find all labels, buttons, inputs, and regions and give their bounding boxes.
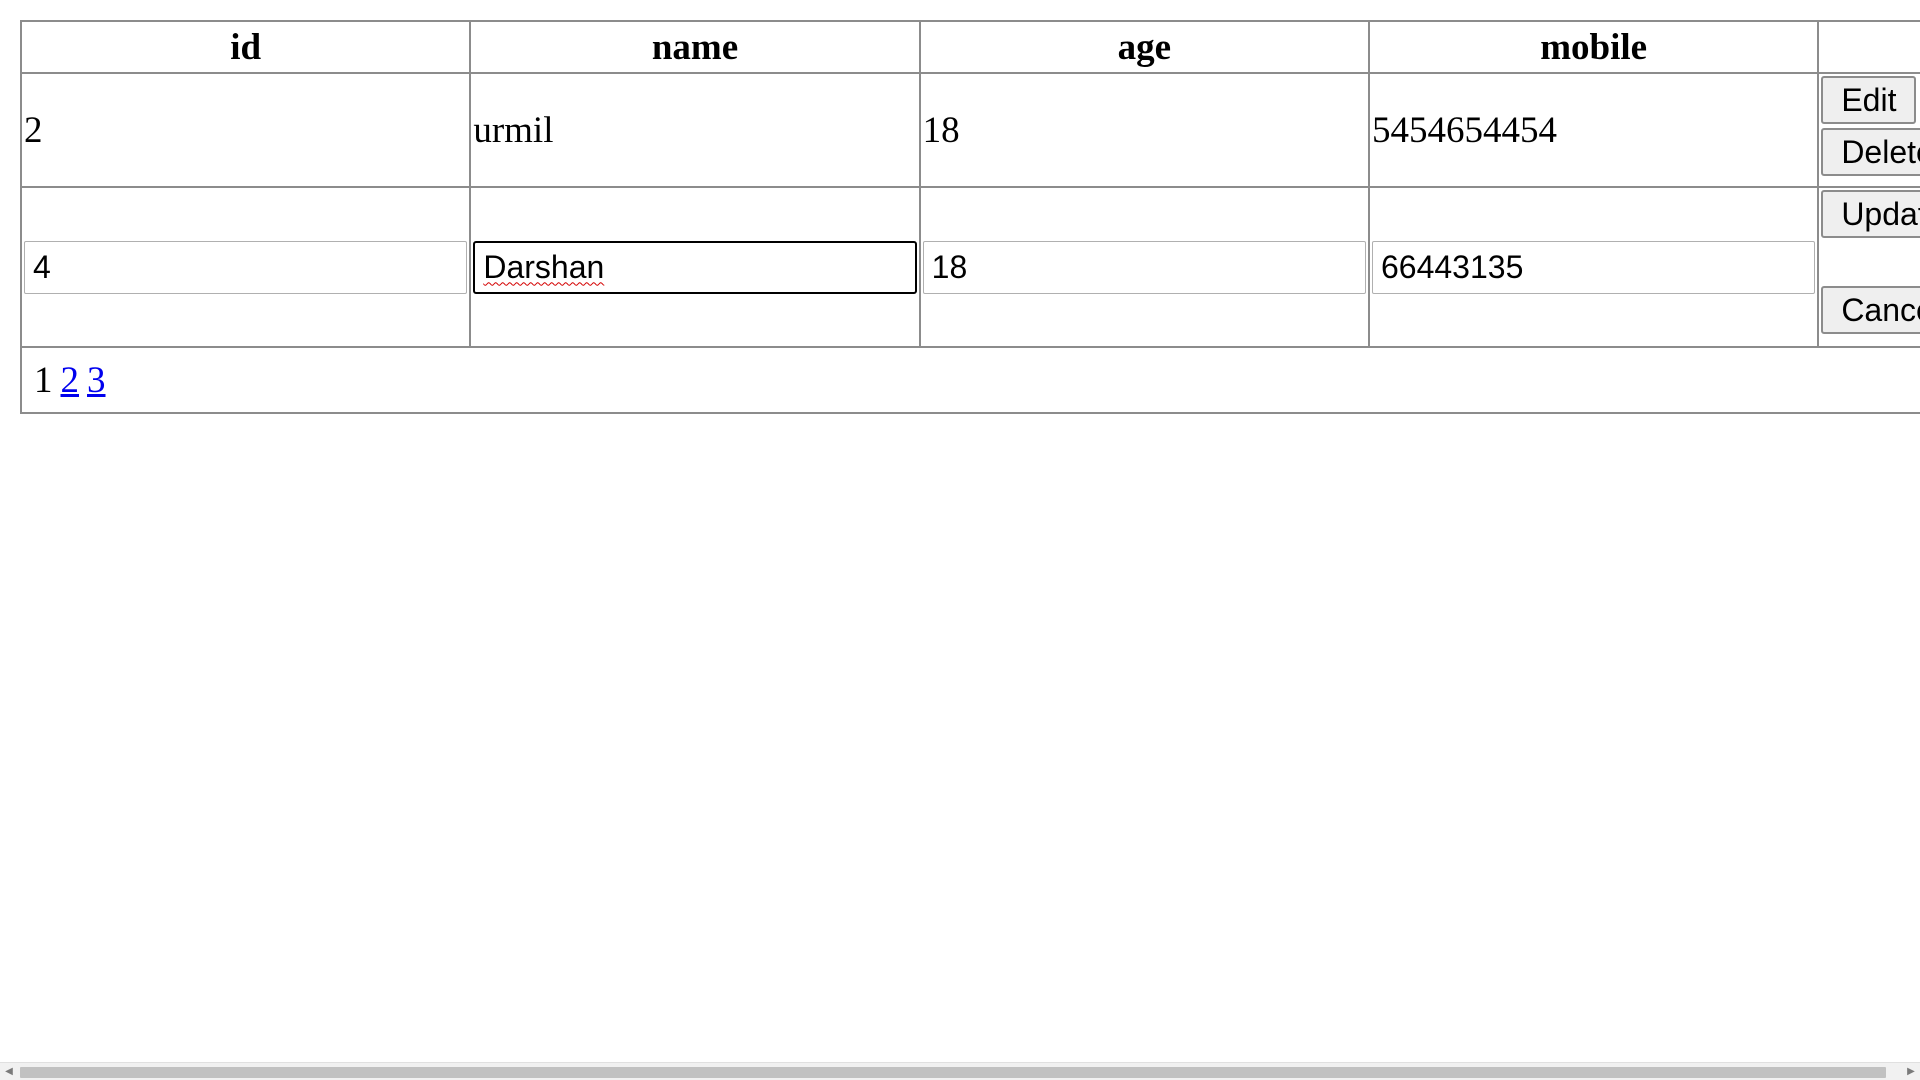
header-name: name	[469, 20, 921, 74]
cell-actions-edit: Update Cancel	[1817, 186, 1920, 348]
edit-button[interactable]: Edit	[1821, 76, 1917, 124]
delete-button[interactable]: Delete	[1821, 128, 1920, 176]
header-age: age	[918, 20, 1370, 74]
pager-link-page-3[interactable]: 3	[87, 360, 106, 401]
header-mobile: mobile	[1367, 20, 1820, 74]
pager-link-page-2[interactable]: 2	[61, 360, 80, 401]
cell-id-edit	[19, 186, 472, 348]
cell-name: urmil	[469, 72, 921, 188]
table-row-editing: Update Cancel	[19, 186, 1920, 348]
scrollbar-thumb[interactable]	[20, 1067, 1886, 1078]
name-input[interactable]	[473, 240, 917, 294]
data-grid: id name age mobile 2 urmil 18 5454654454…	[19, 20, 1920, 414]
header-id: id	[19, 20, 472, 74]
cell-age: 18	[918, 72, 1370, 188]
cell-mobile-edit	[1367, 186, 1820, 348]
id-input[interactable]	[24, 240, 468, 294]
pager-current-page: 1	[34, 359, 53, 401]
cancel-button[interactable]: Cancel	[1821, 286, 1920, 334]
browser-viewport: id name age mobile 2 urmil 18 5454654454…	[0, 0, 1920, 1080]
mobile-input[interactable]	[1371, 240, 1816, 294]
header-row: id name age mobile	[19, 20, 1920, 74]
pager-row: 123	[20, 346, 1920, 414]
table-row: 2 urmil 18 5454654454 Edit Delete	[19, 72, 1920, 188]
cell-mobile: 5454654454	[1367, 72, 1820, 188]
scroll-right-arrow-icon[interactable]: ▶	[1902, 1063, 1920, 1080]
pager: 123	[20, 346, 1920, 414]
cell-name-edit	[469, 186, 921, 348]
header-actions	[1817, 20, 1920, 74]
cell-actions: Edit Delete	[1817, 72, 1920, 188]
scroll-left-arrow-icon[interactable]: ◀	[0, 1063, 18, 1080]
cell-id: 2	[19, 72, 472, 188]
cell-age-edit	[918, 186, 1370, 348]
horizontal-scrollbar[interactable]: ◀ ▶	[0, 1062, 1920, 1080]
update-button[interactable]: Update	[1821, 190, 1920, 238]
age-input[interactable]	[922, 240, 1366, 294]
